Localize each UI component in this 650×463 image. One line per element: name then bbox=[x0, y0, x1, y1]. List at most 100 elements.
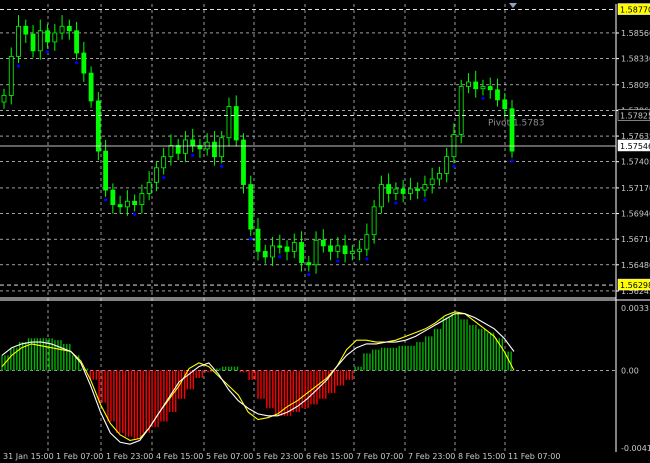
candle-body bbox=[168, 145, 174, 158]
candle-body bbox=[146, 181, 152, 194]
x-tick-label: 7 Feb 23:00 bbox=[408, 452, 455, 461]
histogram-layer bbox=[1, 313, 512, 439]
x-tick-label: 4 Feb 15:00 bbox=[156, 452, 203, 461]
candle-body bbox=[306, 262, 312, 266]
candle-body bbox=[487, 86, 493, 91]
fractal-dot bbox=[249, 237, 253, 241]
candle-body bbox=[124, 200, 130, 208]
candle-body bbox=[480, 86, 486, 90]
candle-body bbox=[110, 189, 116, 206]
oscillator-tick-label: 0.00 bbox=[621, 366, 639, 375]
candle-body bbox=[161, 156, 167, 169]
candle-body bbox=[429, 178, 435, 185]
x-tick-label: 7 Feb 07:00 bbox=[356, 452, 403, 461]
candle-body bbox=[437, 173, 442, 180]
candle-body bbox=[255, 228, 261, 252]
fractal-dot bbox=[365, 257, 369, 261]
fractal-dot bbox=[423, 198, 427, 202]
candle-body bbox=[270, 245, 275, 258]
candle-body bbox=[466, 81, 471, 87]
x-tick-label: 6 Feb 15:00 bbox=[306, 452, 353, 461]
fractal-dot bbox=[336, 259, 340, 263]
candle-body bbox=[422, 184, 428, 191]
fractal-dot bbox=[307, 272, 311, 277]
candle-body bbox=[248, 184, 254, 230]
x-tick-label: 1 Feb 23:00 bbox=[106, 452, 153, 461]
fractal-dot bbox=[394, 201, 398, 205]
candle-body bbox=[502, 99, 508, 110]
candle-body bbox=[8, 55, 14, 96]
candle-body bbox=[371, 206, 377, 236]
candle-body bbox=[30, 33, 36, 52]
candle-body bbox=[81, 52, 87, 74]
price-tick-label: 1.56710 bbox=[621, 235, 650, 244]
fractal-dot bbox=[481, 96, 485, 100]
fractal-dot bbox=[133, 212, 137, 216]
fractal-dot bbox=[74, 61, 79, 65]
candle-body bbox=[277, 245, 283, 248]
oscillator-tick-label: -0.0041 bbox=[621, 444, 650, 453]
price-tick-label: 1.58560 bbox=[621, 29, 650, 38]
price-tick-label: 1.56480 bbox=[621, 261, 650, 270]
candle-body bbox=[378, 184, 384, 208]
x-tick-label: 8 Feb 15:00 bbox=[458, 452, 505, 461]
candle-body bbox=[175, 145, 181, 154]
candle-body bbox=[95, 100, 101, 152]
candle-body bbox=[37, 30, 43, 52]
candle-body bbox=[241, 139, 246, 185]
fractal-dot bbox=[510, 159, 514, 163]
candle-body bbox=[16, 25, 21, 57]
fractal-dot bbox=[16, 64, 21, 68]
candle-body bbox=[451, 133, 457, 158]
pivot-label: Pivot 1.5783 bbox=[488, 118, 544, 128]
x-tick-label: 31 Jan 15:00 bbox=[3, 452, 54, 461]
candle-body bbox=[407, 188, 413, 194]
candle-body bbox=[190, 139, 196, 146]
candle-body bbox=[226, 106, 232, 139]
candle-body bbox=[313, 239, 319, 266]
candle-body bbox=[262, 251, 268, 258]
candle-body bbox=[320, 239, 326, 247]
fractal-dot bbox=[452, 164, 456, 168]
price-marker-tag: 1.57546 bbox=[620, 142, 650, 151]
candle-body bbox=[473, 81, 479, 90]
price-marker-tag: 1.58770 bbox=[620, 6, 650, 15]
chart-canvas[interactable]: 31 Jan 15:00 1 Feb 07:00 1 Feb 23:00 4 Feb … bbox=[0, 0, 650, 463]
candle-body bbox=[233, 106, 239, 141]
candle-body bbox=[88, 72, 94, 102]
candle-body bbox=[45, 30, 50, 43]
fractal-dot bbox=[45, 49, 50, 54]
chart-window[interactable]: 31 Jan 15:00 1 Feb 07:00 1 Feb 23:00 4 Feb … bbox=[0, 0, 650, 463]
candle-body bbox=[299, 242, 304, 263]
candle-body bbox=[349, 251, 355, 255]
candle-body bbox=[444, 156, 450, 174]
fractal-dot bbox=[104, 198, 108, 202]
candle-body bbox=[495, 89, 500, 101]
price-marker-tag: 1.57825 bbox=[620, 111, 650, 120]
candle-body bbox=[393, 188, 399, 194]
oscillator-tick-label: 0.0033 bbox=[621, 304, 649, 313]
x-tick-label: 11 Feb 07:00 bbox=[508, 452, 560, 461]
price-tick-label: 1.56940 bbox=[621, 210, 650, 219]
candle-body bbox=[284, 246, 290, 252]
candle-body bbox=[364, 234, 370, 250]
candle-body bbox=[291, 242, 297, 252]
candle-body bbox=[219, 137, 225, 158]
candle-body bbox=[204, 141, 210, 150]
candle-body bbox=[1, 94, 7, 103]
candle-body bbox=[132, 200, 138, 206]
price-tick-label: 1.57405 bbox=[621, 158, 650, 167]
candle-body bbox=[153, 167, 159, 183]
candle-body bbox=[357, 248, 363, 252]
chart-shift-icon bbox=[509, 3, 517, 8]
candle-body bbox=[59, 25, 65, 34]
candle-body bbox=[183, 139, 188, 154]
candle-body bbox=[117, 204, 123, 208]
candle-body bbox=[328, 245, 333, 252]
candle-body bbox=[103, 150, 108, 191]
candle-body bbox=[386, 184, 392, 194]
candle-body bbox=[66, 25, 72, 32]
candle-body bbox=[52, 32, 58, 43]
fractal-dot bbox=[162, 175, 166, 180]
fractal-dot bbox=[278, 255, 282, 259]
